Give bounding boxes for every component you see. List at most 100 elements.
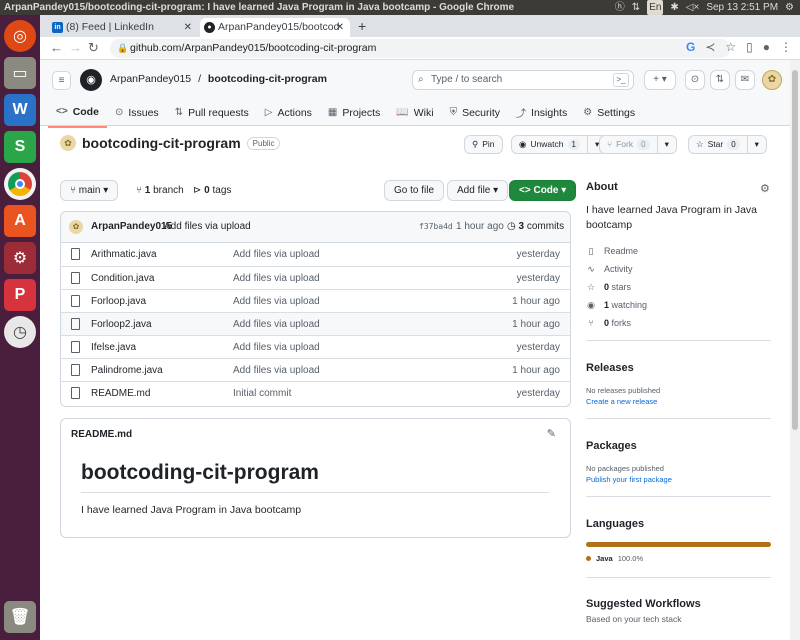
network-icon[interactable]: ⇅: [632, 0, 640, 15]
activity-link[interactable]: ∿ Activity: [586, 260, 771, 278]
menu-icon[interactable]: ⋮: [780, 40, 792, 54]
code-button[interactable]: <> Code ▾: [509, 180, 577, 201]
file-commit-message[interactable]: Add files via upload: [233, 365, 320, 376]
power-icon[interactable]: ⚙: [785, 0, 794, 15]
tab-github[interactable]: ● ArpanPandey015/bootcod ✕: [200, 18, 350, 37]
new-tab-button[interactable]: +: [358, 18, 366, 34]
clock-app-icon[interactable]: ◷: [4, 316, 36, 348]
branch-select[interactable]: ⑂ main ▾: [60, 180, 119, 201]
volume-icon[interactable]: ◁×: [686, 0, 700, 15]
file-commit-message[interactable]: Add files via upload: [233, 249, 320, 260]
go-to-file-button[interactable]: Go to file: [384, 180, 445, 201]
readme-filename[interactable]: README.md: [71, 429, 132, 440]
fork-dropdown-button[interactable]: ▾: [657, 135, 677, 154]
tab-issues[interactable]: ⊙ Issues: [107, 102, 167, 128]
pin-button[interactable]: ⚲ Pin: [464, 135, 503, 154]
file-commit-message[interactable]: Add files via upload: [233, 296, 320, 307]
commit-author[interactable]: ArpanPandey015: [91, 221, 172, 232]
software-center-icon[interactable]: A: [4, 205, 36, 237]
keyboard-language[interactable]: En: [647, 0, 664, 15]
ubuntu-dash-icon[interactable]: ◎: [4, 20, 36, 52]
file-name[interactable]: Ifelse.java: [91, 342, 136, 353]
stars-link[interactable]: ☆ 0 stars: [586, 278, 771, 296]
owner-link[interactable]: ArpanPandey015: [110, 73, 191, 85]
calc-icon[interactable]: S: [4, 131, 36, 163]
tab-projects[interactable]: ▦ Projects: [320, 102, 388, 128]
file-commit-message[interactable]: Initial commit: [233, 388, 291, 399]
back-icon[interactable]: ←: [50, 40, 63, 55]
hp-icon[interactable]: ⓗ: [615, 0, 625, 15]
tab-wiki[interactable]: 📖 Wiki: [388, 102, 441, 128]
packages-title[interactable]: Packages: [586, 440, 771, 452]
repo-name[interactable]: bootcoding-cit-program: [82, 135, 241, 151]
create-release-link[interactable]: Create a new release: [586, 397, 771, 406]
close-tab-icon[interactable]: ✕: [184, 18, 192, 37]
settings-icon[interactable]: ⚙: [4, 242, 36, 274]
command-palette-icon[interactable]: >_: [613, 73, 629, 87]
fork-button[interactable]: ⑂ Fork 0: [599, 135, 658, 154]
file-row[interactable]: Condition.java Add files via upload yester…: [61, 266, 570, 289]
clock[interactable]: Sep 13 2:51 PM: [706, 0, 778, 15]
file-row[interactable]: Forloop2.java Add files via upload 1 hour …: [61, 312, 570, 335]
user-avatar[interactable]: ✿: [762, 70, 782, 90]
unwatch-button[interactable]: ◉ Unwatch 1: [511, 135, 588, 154]
url-field[interactable]: 🔒 github.com/ArpanPandey015/bootcoding-c…: [110, 39, 730, 58]
tab-security[interactable]: ⛨ Security: [442, 102, 508, 128]
file-commit-message[interactable]: Add files via upload: [233, 273, 320, 284]
file-row[interactable]: Arithmatic.java Add files via upload yeste…: [61, 243, 570, 266]
profile-icon[interactable]: ●: [763, 40, 770, 54]
tab-code[interactable]: <> Code: [48, 102, 107, 128]
reload-icon[interactable]: ↻: [88, 40, 99, 56]
commit-message[interactable]: Add files via upload: [164, 221, 251, 232]
create-new-button[interactable]: + ▾: [644, 70, 676, 90]
tab-pull-requests[interactable]: ⇅ Pull requests: [167, 102, 257, 128]
file-commit-message[interactable]: Add files via upload: [233, 319, 320, 330]
forks-link[interactable]: ⑂ 0 forks: [586, 314, 771, 332]
publish-package-link[interactable]: Publish your first package: [586, 475, 771, 484]
file-row[interactable]: Forloop.java Add files via upload 1 hour a…: [61, 289, 570, 312]
watching-link[interactable]: ◉ 1 watching: [586, 296, 771, 314]
chrome-icon[interactable]: [4, 168, 36, 200]
star-dropdown-button[interactable]: ▾: [747, 135, 767, 154]
hamburger-icon[interactable]: ≡: [52, 71, 71, 90]
file-name[interactable]: Condition.java: [91, 273, 154, 284]
file-row[interactable]: Palindrome.java Add files via upload 1 hou…: [61, 358, 570, 381]
file-commit-message[interactable]: Add files via upload: [233, 342, 320, 353]
scrollbar-thumb[interactable]: [792, 70, 798, 430]
share-icon[interactable]: ≺: [705, 40, 715, 54]
file-name[interactable]: Forloop.java: [91, 296, 146, 307]
file-row[interactable]: README.md Initial commit yesterday: [61, 381, 570, 404]
google-icon[interactable]: G: [686, 40, 695, 54]
commits-link[interactable]: ◷ 3 commits: [507, 221, 564, 232]
star-button[interactable]: ☆ Star 0: [688, 135, 748, 154]
file-name[interactable]: Forloop2.java: [91, 319, 152, 330]
tab-actions[interactable]: ▷ Actions: [257, 102, 320, 128]
page-scrollbar[interactable]: [790, 60, 800, 640]
file-name[interactable]: Arithmatic.java: [91, 249, 157, 260]
file-name[interactable]: README.md: [91, 388, 150, 399]
forward-icon[interactable]: →: [69, 40, 82, 55]
files-icon[interactable]: ▭: [4, 57, 36, 89]
tab-linkedin[interactable]: in (8) Feed | LinkedIn ✕: [48, 18, 198, 37]
file-name[interactable]: Palindrome.java: [91, 365, 163, 376]
close-tab-icon[interactable]: ✕: [336, 18, 344, 37]
language-item[interactable]: Java 100.0%: [586, 554, 771, 563]
commit-sha[interactable]: f37ba4d: [419, 222, 453, 231]
edit-pencil-icon[interactable]: ✎: [547, 427, 556, 440]
bluetooth-icon[interactable]: ✱: [670, 0, 678, 15]
file-row[interactable]: Ifelse.java Add files via upload yesterday: [61, 335, 570, 358]
bookmark-star-icon[interactable]: ☆: [725, 40, 736, 54]
tab-settings[interactable]: ⚙ Settings: [575, 102, 643, 128]
pull-requests-icon[interactable]: ⇅: [710, 70, 730, 90]
tab-insights[interactable]: ⤴ Insights: [508, 102, 575, 128]
add-file-button[interactable]: Add file ▾: [447, 180, 509, 201]
inbox-icon[interactable]: ✉: [735, 70, 755, 90]
writer-icon[interactable]: W: [4, 94, 36, 126]
branches-link[interactable]: ⑂ 1 branch: [136, 185, 184, 196]
github-logo-icon[interactable]: ◉: [80, 69, 102, 91]
issues-icon[interactable]: ⊙: [685, 70, 705, 90]
releases-title[interactable]: Releases: [586, 362, 771, 374]
search-input[interactable]: ⌕ Type / to search >_: [412, 70, 634, 90]
repo-link[interactable]: bootcoding-cit-program: [208, 73, 327, 85]
readme-link[interactable]: ▯ Readme: [586, 242, 771, 260]
